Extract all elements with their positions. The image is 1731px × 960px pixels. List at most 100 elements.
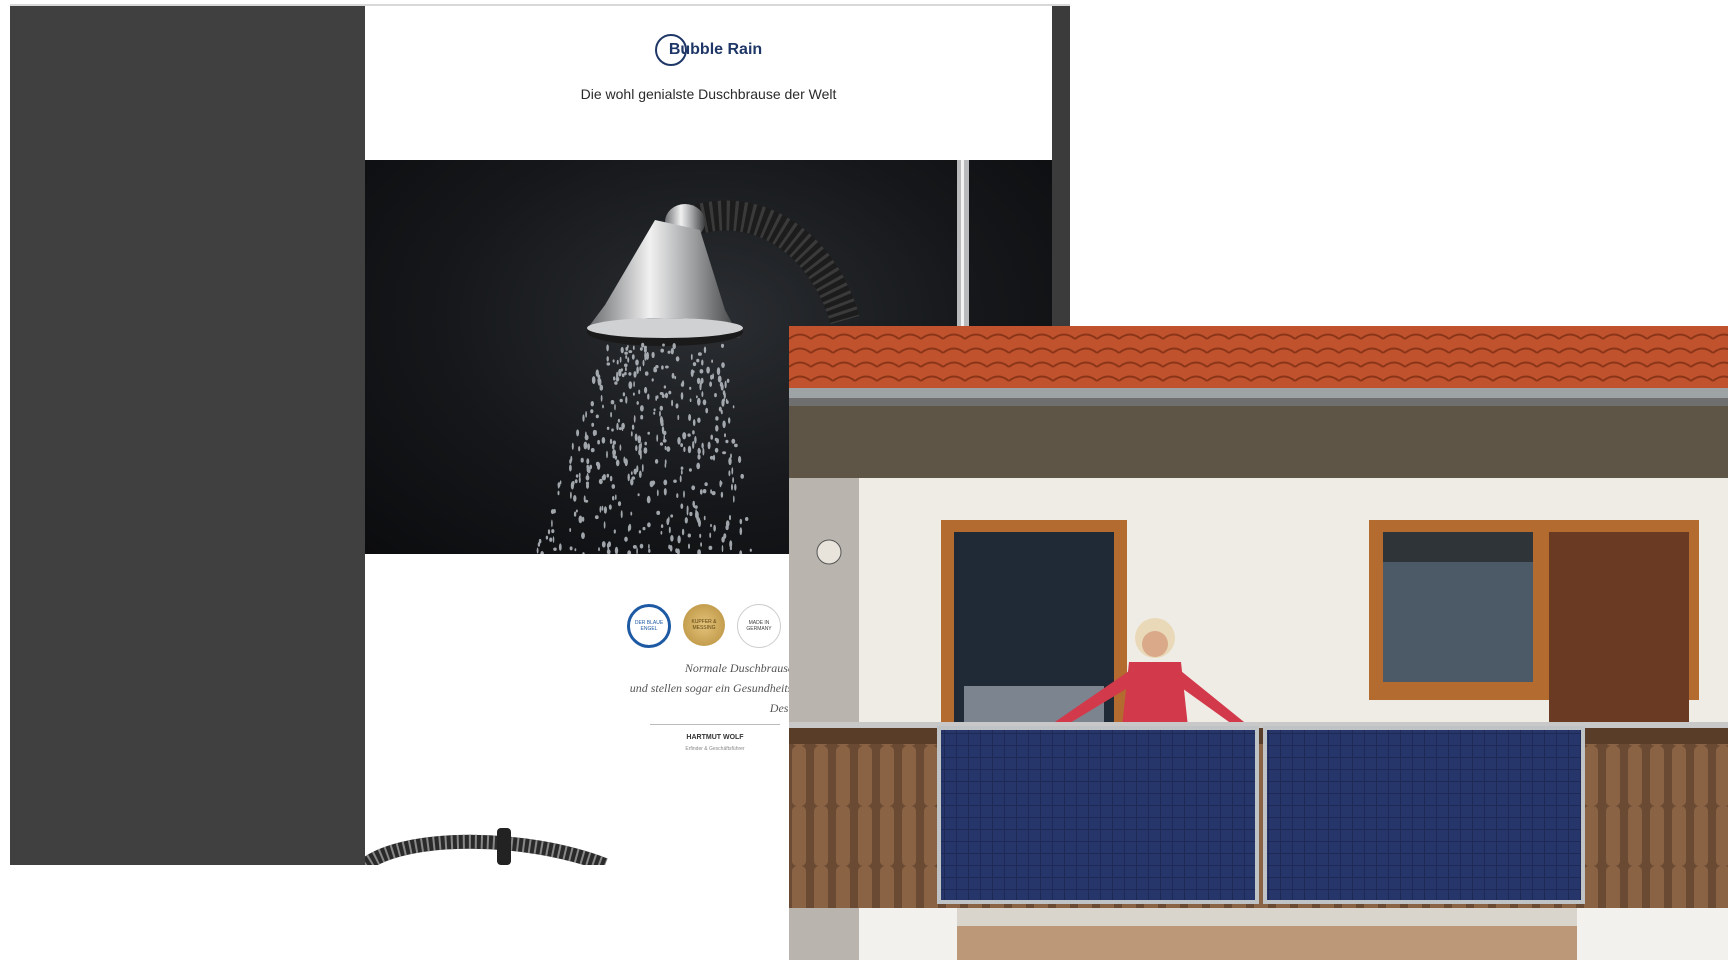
water-drop [663,488,667,496]
water-drop [677,535,681,544]
water-drop [547,529,551,535]
water-drop [631,354,635,360]
water-drop [697,397,701,406]
water-drop [630,511,633,516]
water-drop [633,415,636,423]
water-drop [722,420,726,429]
water-drop [557,482,561,488]
water-drop [702,489,707,494]
water-drop [701,442,704,449]
water-drop [625,396,628,404]
water-drop [620,510,623,519]
water-drop [699,369,704,374]
water-drop [653,366,657,372]
water-drop [707,441,711,450]
water-drop [624,536,628,542]
water-drop [676,493,679,498]
water-drop [633,371,637,378]
water-drop [569,528,572,532]
certification-badges: DER BLAUE ENGEL KUPFER & MESSING MADE IN… [627,604,781,648]
water-drop [687,433,691,437]
water-drop [713,524,716,532]
water-drop [612,495,615,501]
water-drop [635,359,639,366]
water-drop [661,426,665,434]
water-drop [586,464,589,469]
water-drop [617,501,622,507]
water-drop [644,351,647,360]
water-drop [650,482,654,487]
water-drop [606,356,609,362]
water-drop [663,385,667,389]
water-drop [699,533,702,538]
water-drop [611,428,614,432]
water-drop [738,455,742,464]
signature-divider [650,724,780,725]
water-drop [699,382,702,391]
water-drop [634,433,638,442]
water-drop [585,411,587,418]
water-drop [536,547,539,554]
product-preview-image [365,814,665,865]
water-drop [582,414,585,422]
water-drop [660,417,664,426]
water-drop [729,515,731,521]
water-drop [722,451,727,455]
water-drop [702,447,705,456]
water-drop [648,548,651,553]
water-drop [716,367,721,376]
water-drop [606,344,609,352]
water-drop [739,550,743,554]
water-drop [715,416,719,421]
water-drop [717,375,722,383]
water-drop [724,433,726,438]
water-drop [725,524,729,531]
water-drop [694,436,697,444]
water-drop [603,521,606,529]
balcony-solar-photo [789,326,1728,960]
water-drop [633,468,637,475]
water-drop [612,454,616,459]
water-drop [690,369,694,377]
water-drop [699,489,703,495]
water-drop [637,435,642,444]
water-drop [731,483,733,491]
water-drop [558,543,562,551]
water-drop [721,362,725,368]
water-drop [587,443,590,451]
water-drop [680,392,684,400]
water-drop [615,459,620,467]
water-drop [675,548,678,553]
water-drop [728,470,731,477]
water-drop [599,506,602,513]
water-drop [674,375,677,380]
water-drop [576,429,580,437]
water-drop [597,439,600,445]
water-drop [710,489,712,494]
water-drop [638,470,642,478]
water-drop [594,515,599,520]
water-drop [686,508,689,516]
water-drop [569,464,572,472]
water-drop [607,547,610,551]
water-drop [647,522,651,528]
water-drop [726,378,730,383]
water-drop [712,454,716,461]
water-drop [705,407,709,414]
water-drop [644,371,649,376]
water-drop [675,356,680,362]
water-drop [538,538,542,544]
water-drop [616,422,619,431]
water-drop [633,381,635,388]
water-drop [680,466,684,470]
water-drop [692,430,695,435]
water-drop [696,358,700,363]
water-drop [624,351,628,355]
water-drop [683,446,686,452]
water-drop [696,377,701,385]
water-drop [651,351,655,359]
water-drop [733,495,735,503]
water-drop [656,434,659,442]
water-drop [654,459,659,464]
water-drop [643,447,648,454]
